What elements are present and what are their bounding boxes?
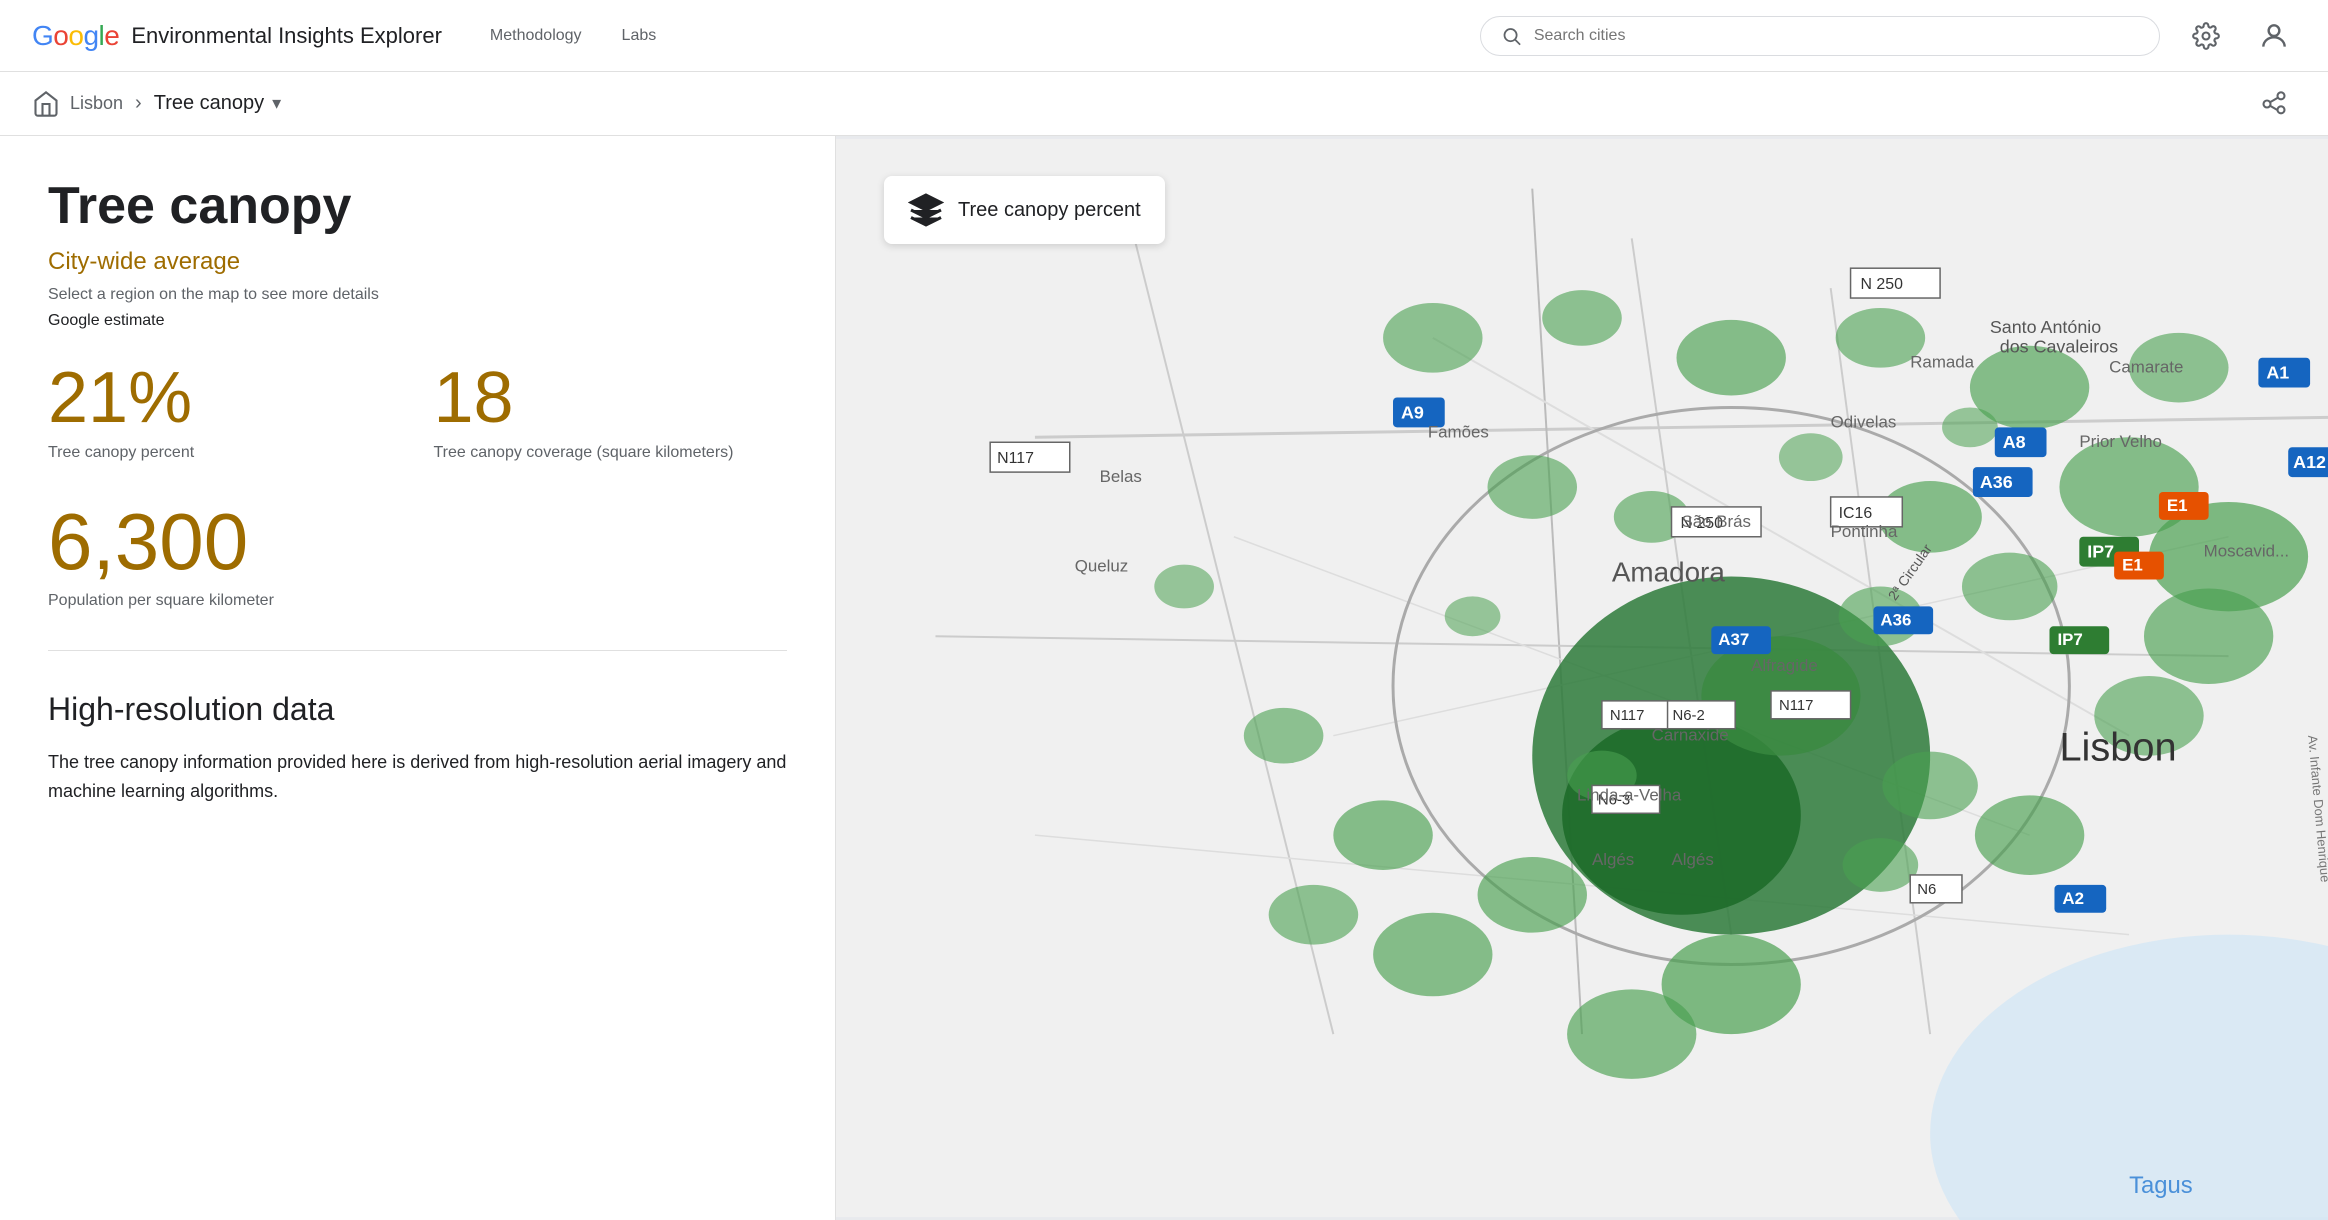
- stat-value-coverage: 18: [434, 362, 788, 434]
- account-icon: [2258, 20, 2290, 52]
- map-tooltip-label: Tree canopy percent: [958, 199, 1141, 222]
- share-icon: [2260, 90, 2288, 118]
- svg-text:A36: A36: [1980, 472, 2013, 492]
- share-button[interactable]: [2252, 82, 2296, 126]
- stat-label-population: Population per square kilometer: [48, 592, 787, 610]
- svg-text:Algés: Algés: [1592, 850, 1634, 869]
- svg-text:Algés: Algés: [1672, 850, 1714, 869]
- breadcrumb-home[interactable]: Lisbon: [32, 90, 123, 118]
- chevron-down-icon: ▾: [272, 93, 281, 114]
- svg-text:Camarate: Camarate: [2109, 358, 2183, 377]
- svg-text:Santo António: Santo António: [1990, 317, 2101, 337]
- stat-label-percent: Tree canopy percent: [48, 444, 402, 462]
- stat-value-percent: 21%: [48, 362, 402, 434]
- stat-canopy-coverage: 18 Tree canopy coverage (square kilomete…: [434, 362, 788, 462]
- high-res-description: The tree canopy information provided her…: [48, 748, 787, 806]
- gear-icon: [2192, 22, 2220, 50]
- stat-canopy-percent: 21% Tree canopy percent: [48, 362, 402, 462]
- page-title: Tree canopy: [48, 176, 787, 236]
- nav-labs[interactable]: Labs: [622, 27, 657, 45]
- svg-text:N 250: N 250: [1861, 276, 1904, 293]
- svg-text:A12: A12: [2293, 452, 2326, 472]
- svg-text:N6-2: N6-2: [1673, 707, 1705, 724]
- svg-text:Carnaxide: Carnaxide: [1652, 726, 1729, 745]
- breadcrumb-actions: [2252, 82, 2296, 126]
- nav-methodology[interactable]: Methodology: [490, 27, 582, 45]
- svg-text:A2: A2: [2062, 889, 2084, 908]
- svg-text:A1: A1: [2266, 363, 2289, 383]
- svg-text:São Brás: São Brás: [1681, 512, 1750, 531]
- svg-text:IP7: IP7: [2087, 542, 2114, 562]
- svg-text:Tagus: Tagus: [2129, 1172, 2193, 1199]
- breadcrumb-current[interactable]: Tree canopy ▾: [154, 92, 281, 115]
- svg-text:A36: A36: [1880, 610, 1911, 629]
- stats-grid: 21% Tree canopy percent 18 Tree canopy c…: [48, 362, 787, 462]
- svg-text:IP7: IP7: [2057, 630, 2082, 649]
- breadcrumb-bar: Lisbon › Tree canopy ▾: [0, 72, 2328, 136]
- breadcrumb-city: Lisbon: [70, 93, 123, 114]
- google-logo: Google: [32, 20, 119, 52]
- stat-label-coverage: Tree canopy coverage (square kilometers): [434, 444, 788, 462]
- layers-icon: [908, 192, 944, 228]
- svg-text:Ramada: Ramada: [1910, 353, 1974, 372]
- main-layout: Tree canopy City-wide average Select a r…: [0, 136, 2328, 1220]
- left-panel: Tree canopy City-wide average Select a r…: [0, 136, 836, 1220]
- svg-text:N117: N117: [997, 450, 1034, 467]
- svg-text:IC16: IC16: [1839, 505, 1873, 522]
- account-button[interactable]: [2252, 14, 2296, 58]
- svg-text:Belas: Belas: [1100, 467, 1142, 486]
- search-icon: [1501, 25, 1522, 47]
- main-header: Google Environmental Insights Explorer M…: [0, 0, 2328, 72]
- app-title: Environmental Insights Explorer: [131, 23, 442, 49]
- svg-text:Pontinha: Pontinha: [1831, 522, 1898, 541]
- svg-text:Prior Velho: Prior Velho: [2079, 432, 2162, 451]
- svg-text:A9: A9: [1401, 402, 1424, 422]
- section-divider: [48, 650, 787, 651]
- city-wide-average-label: City-wide average: [48, 248, 787, 276]
- search-input[interactable]: [1534, 27, 2139, 45]
- header-icons: [2184, 14, 2296, 58]
- home-icon: [32, 90, 60, 118]
- breadcrumb-current-label: Tree canopy: [154, 92, 264, 115]
- settings-button[interactable]: [2184, 14, 2228, 58]
- svg-text:N117: N117: [1779, 697, 1814, 714]
- map-panel[interactable]: Tree canopy percent Tagus: [836, 136, 2328, 1220]
- svg-text:Amadora: Amadora: [1612, 557, 1725, 588]
- svg-text:Queluz: Queluz: [1075, 557, 1129, 576]
- svg-text:Odivelas: Odivelas: [1831, 412, 1897, 431]
- svg-text:N6: N6: [1917, 881, 1936, 898]
- svg-text:Linda-a-Velha: Linda-a-Velha: [1577, 785, 1682, 804]
- svg-text:Famões: Famões: [1428, 422, 1489, 441]
- breadcrumb-separator: ›: [135, 92, 142, 115]
- svg-text:E1: E1: [2122, 556, 2143, 575]
- stat-population: 6,300 Population per square kilometer: [48, 502, 787, 610]
- svg-text:N117: N117: [1610, 707, 1645, 724]
- high-res-heading: High-resolution data: [48, 691, 787, 728]
- map-legend-tooltip: Tree canopy percent: [884, 176, 1165, 244]
- svg-text:dos Cavaleiros: dos Cavaleiros: [2000, 337, 2118, 357]
- map-hint: Select a region on the map to see more d…: [48, 286, 787, 304]
- svg-text:A37: A37: [1718, 630, 1749, 649]
- main-nav: Methodology Labs: [490, 27, 656, 45]
- stat-value-population: 6,300: [48, 502, 787, 582]
- google-estimate-label: Google estimate: [48, 312, 787, 330]
- svg-text:A8: A8: [2003, 432, 2026, 452]
- svg-text:Alfragide: Alfragide: [1751, 656, 1818, 675]
- search-box[interactable]: [1480, 16, 2160, 56]
- map-svg: Tagus: [836, 136, 2328, 1220]
- svg-text:E1: E1: [2167, 496, 2188, 515]
- svg-text:Lisbon: Lisbon: [2059, 726, 2176, 770]
- svg-text:Moscavid...: Moscavid...: [2204, 542, 2289, 561]
